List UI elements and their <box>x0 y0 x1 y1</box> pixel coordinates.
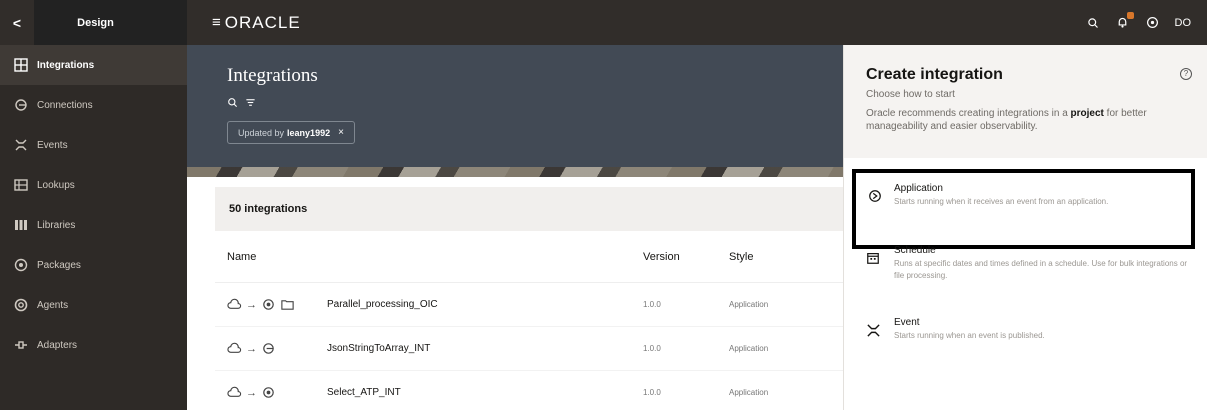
decorative-strip <box>187 167 843 177</box>
integration-style: Application <box>729 388 769 397</box>
integration-style: Application <box>729 300 769 309</box>
packages-icon <box>14 258 28 272</box>
option-application[interactable]: Application Starts running when it recei… <box>852 169 1195 249</box>
integrations-list: 50 integrations Name Version Style → Par… <box>215 187 843 410</box>
option-event[interactable]: Event Starts running when an event is pu… <box>866 317 1196 342</box>
sidebar-item-label: Events <box>37 139 68 151</box>
panel-subtitle: Choose how to start <box>866 89 955 100</box>
page-header: Integrations Updated by leany1992 × <box>187 45 843 177</box>
column-header-version[interactable]: Version <box>643 251 729 263</box>
help-icon[interactable] <box>1145 15 1161 31</box>
row-name-cell: → Select_ATP_INT <box>215 385 643 400</box>
events-icon <box>14 138 28 152</box>
table-row[interactable]: → Parallel_processing_OIC 1.0.0 Applicat… <box>215 283 843 327</box>
sidebar-header: < Design <box>0 0 187 45</box>
back-button[interactable]: < <box>0 0 34 45</box>
project-link[interactable]: project <box>1071 108 1104 119</box>
sidebar-item-label: Integrations <box>37 59 95 71</box>
flow-diagram-icon: → <box>227 297 327 312</box>
option-text: Application Starts running when it recei… <box>894 183 1194 245</box>
adapters-icon <box>14 338 28 352</box>
sidebar-title: Design <box>77 16 114 29</box>
sidebar-item-label: Packages <box>37 259 81 271</box>
sidebar-item-events[interactable]: Events <box>0 125 187 165</box>
option-text: Schedule Runs at specific dates and time… <box>894 245 1194 282</box>
sidebar-item-adapters[interactable]: Adapters <box>0 325 187 365</box>
sidebar-item-agents[interactable]: Agents <box>0 285 187 325</box>
integration-name[interactable]: Select_ATP_INT <box>327 387 401 398</box>
user-avatar[interactable]: DO <box>1175 17 1192 29</box>
filter-chip[interactable]: Updated by leany1992 × <box>227 121 355 144</box>
note-text: Oracle recommends creating integrations … <box>866 108 1068 119</box>
connections-icon <box>14 98 28 112</box>
column-header-name[interactable]: Name <box>215 251 643 263</box>
sidebar-item-label: Libraries <box>37 219 76 231</box>
sidebar-item-label: Connections <box>37 99 93 111</box>
sidebar-item-integrations[interactable]: Integrations <box>0 45 187 85</box>
option-description: Starts running when an event is publishe… <box>894 331 1045 340</box>
sidebar-item-packages[interactable]: Packages <box>0 245 187 285</box>
sidebar-item-lookups[interactable]: Lookups <box>0 165 187 205</box>
main-content: Integrations Updated by leany1992 × 50 i… <box>187 45 843 410</box>
filter-chip-value: leany1992 <box>287 127 331 138</box>
integration-name[interactable]: JsonStringToArray_INT <box>327 343 430 354</box>
sidebar-item-label: Agents <box>37 299 69 311</box>
option-title: Application <box>894 183 943 194</box>
integration-name[interactable]: Parallel_processing_OIC <box>327 299 438 310</box>
option-description: Runs at specific dates and times defined… <box>894 259 1188 280</box>
create-integration-panel: Create integration ? Choose how to start… <box>843 45 1207 410</box>
integration-count: 50 integrations <box>215 187 843 231</box>
integrations-icon <box>14 58 28 72</box>
sidebar-item-label: Lookups <box>37 179 75 191</box>
sidebar-item-connections[interactable]: Connections <box>0 85 187 125</box>
sidebar-item-libraries[interactable]: Libraries <box>0 205 187 245</box>
option-schedule[interactable]: Schedule Runs at specific dates and time… <box>866 245 1196 282</box>
app-root: < Design Integrations Connections Events… <box>0 0 1207 410</box>
oracle-logo: ORACLE <box>224 12 301 32</box>
libraries-icon <box>14 218 28 232</box>
event-icon <box>866 323 882 339</box>
table-row[interactable]: → JsonStringToArray_INT 1.0.0 Applicatio… <box>215 327 843 371</box>
application-icon <box>868 189 882 205</box>
help-icon[interactable]: ? <box>1180 68 1192 80</box>
option-description: Starts running when it receives an event… <box>894 197 1109 206</box>
column-header-style[interactable]: Style <box>729 251 829 263</box>
table-header: Name Version Style <box>215 231 843 283</box>
search-icon[interactable] <box>1085 15 1101 31</box>
top-icons: DO <box>1085 0 1192 45</box>
integration-version: 1.0.0 <box>643 300 661 309</box>
search-icon[interactable] <box>227 97 238 111</box>
row-name-cell: → JsonStringToArray_INT <box>215 341 643 356</box>
integration-version: 1.0.0 <box>643 344 661 353</box>
top-bar: ≡ ORACLE DO <box>187 0 1207 45</box>
option-title: Event <box>894 317 920 328</box>
page-title: Integrations <box>227 65 318 86</box>
panel-header: Create integration ? Choose how to start… <box>844 45 1207 158</box>
agents-icon <box>14 298 28 312</box>
flow-diagram-icon: → <box>227 385 327 400</box>
panel-title: Create integration <box>866 66 1003 83</box>
integration-style: Application <box>729 344 769 353</box>
filter-icon[interactable] <box>245 97 256 111</box>
table-row[interactable]: → Select_ATP_INT 1.0.0 Application <box>215 371 843 410</box>
remove-filter-icon[interactable]: × <box>338 127 344 138</box>
option-text: Event Starts running when an event is pu… <box>894 317 1194 342</box>
calendar-icon <box>866 251 882 267</box>
search-filter-row <box>227 97 843 111</box>
lookups-icon <box>14 178 28 192</box>
sidebar: < Design Integrations Connections Events… <box>0 0 187 410</box>
notification-badge <box>1126 11 1134 19</box>
notifications-icon[interactable] <box>1115 11 1134 31</box>
menu-icon[interactable]: ≡ <box>212 14 221 31</box>
integration-version: 1.0.0 <box>643 388 661 397</box>
flow-diagram-icon: → <box>227 341 327 356</box>
option-title: Schedule <box>894 245 936 256</box>
row-name-cell: → Parallel_processing_OIC <box>215 297 643 312</box>
filter-chip-prefix: Updated by <box>238 127 285 138</box>
sidebar-item-label: Adapters <box>37 339 78 351</box>
panel-note: Oracle recommends creating integrations … <box>866 107 1196 133</box>
